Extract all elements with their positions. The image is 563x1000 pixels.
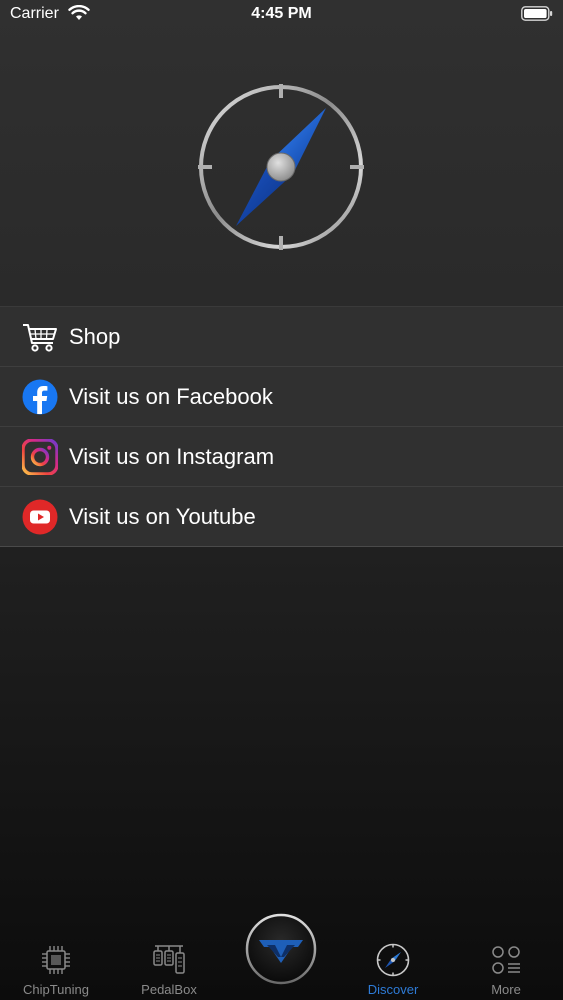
tab-label: PedalBox: [141, 982, 197, 997]
compass-icon: [198, 84, 364, 250]
brand-logo-icon: [245, 913, 317, 985]
tab-label: More: [491, 982, 521, 997]
menu-item-label: Shop: [69, 324, 121, 349]
menu-item-label: Visit us on Youtube: [69, 504, 256, 529]
battery-icon: [521, 6, 553, 21]
compass-icon: [376, 943, 410, 977]
menu-item-label: Visit us on Facebook: [69, 384, 273, 409]
menu-item-label: Visit us on Instagram: [69, 444, 275, 469]
facebook-icon: [22, 379, 58, 415]
cart-icon: [23, 324, 57, 352]
tab-more[interactable]: More: [450, 928, 562, 1000]
tab-chiptuning[interactable]: ChipTuning: [0, 928, 112, 1000]
tab-discover[interactable]: Discover: [337, 928, 449, 1000]
pedalbox-icon: [153, 945, 185, 974]
chip-icon: [42, 946, 70, 974]
menu-item-youtube[interactable]: Visit us on Youtube: [0, 487, 563, 546]
menu-list: Shop Visit us on Facebook Visit us on In…: [0, 306, 563, 547]
youtube-icon: [22, 499, 58, 535]
center-brand-button[interactable]: [245, 913, 317, 985]
menu-item-shop[interactable]: Shop: [0, 307, 563, 367]
menu-item-facebook[interactable]: Visit us on Facebook: [0, 367, 563, 427]
tab-label: Discover: [367, 982, 419, 997]
clock: 4:45 PM: [251, 5, 312, 22]
tab-label: ChipTuning: [22, 982, 89, 997]
instagram-icon: [22, 439, 58, 475]
tab-pedalbox[interactable]: PedalBox: [113, 928, 225, 1000]
status-bar: Carrier 4:45 PM: [0, 0, 563, 30]
compass-hero: [0, 30, 563, 306]
more-icon: [492, 946, 520, 974]
menu-item-instagram[interactable]: Visit us on Instagram: [0, 427, 563, 487]
